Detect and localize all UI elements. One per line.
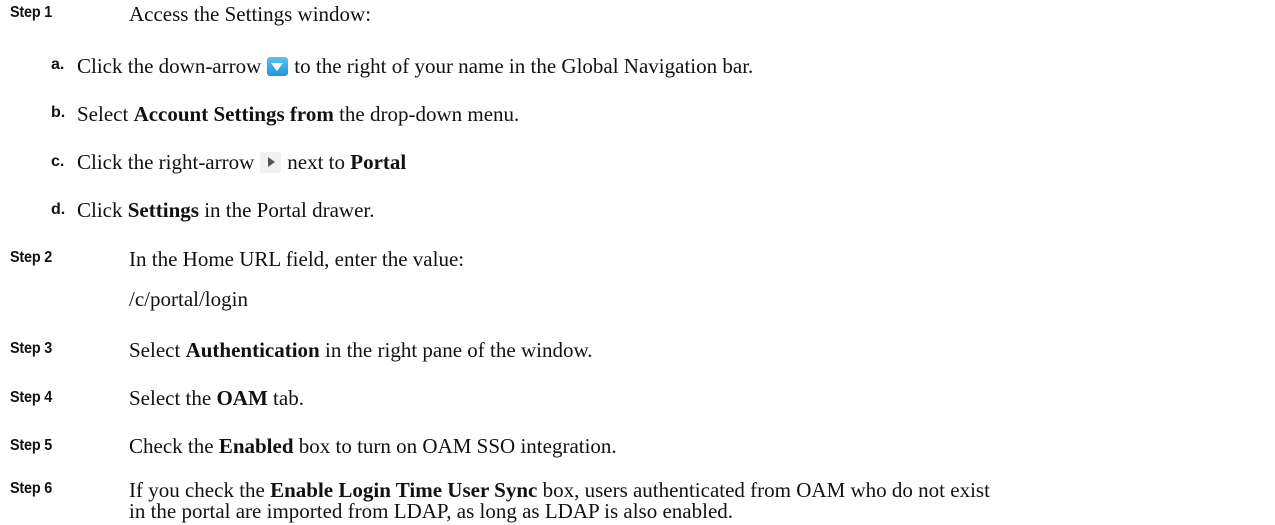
- step-1-label: Step 1: [10, 4, 53, 21]
- step-2-label: Step 2: [10, 249, 53, 266]
- step-5-bold: Enabled: [218, 434, 294, 458]
- step-3-label: Step 3: [10, 340, 53, 357]
- step-2-text: In the Home URL field, enter the value:: [129, 247, 465, 271]
- step-3-before: Select: [129, 338, 181, 362]
- substep-d-after: in the Portal drawer.: [204, 198, 375, 222]
- step-4-bold: OAM: [216, 386, 268, 410]
- step-3-after: in the right pane of the window.: [325, 338, 593, 362]
- step-2-value: /c/portal/login: [129, 287, 248, 311]
- substep-a-before: Click the down-arrow: [77, 54, 262, 78]
- substep-a-text: Click the down-arrow to the right of your…: [77, 52, 753, 80]
- step-4-before: Select the: [129, 386, 212, 410]
- substep-d-label: d.: [51, 201, 66, 218]
- down-arrow-icon: [267, 57, 289, 76]
- step-5-text: Check the Enabled box to turn on OAM SSO…: [129, 432, 617, 460]
- substep-c-before: Click the right-arrow: [77, 150, 255, 174]
- substep-b-text: Select Account Settings from the drop-do…: [77, 100, 519, 128]
- step-3-text: Select Authentication in the right pane …: [129, 336, 593, 364]
- substep-b-after: the drop-down menu.: [339, 102, 520, 126]
- step-4-after: tab.: [273, 386, 304, 410]
- substep-c-middle: next to: [287, 150, 346, 174]
- step-3-bold: Authentication: [185, 338, 320, 362]
- substep-d-before: Click: [77, 198, 123, 222]
- right-arrow-icon: [260, 152, 282, 173]
- step-5-after: box to turn on OAM SSO integration.: [298, 434, 617, 458]
- substep-a-after: to the right of your name in the Global …: [294, 54, 754, 78]
- step-5-before: Check the: [129, 434, 214, 458]
- step-1-text: Access the Settings window:: [129, 2, 372, 26]
- substep-c-text: Click the right-arrow next to Portal: [77, 148, 406, 176]
- substep-b-label: b.: [51, 104, 66, 121]
- substep-c-bold: Portal: [350, 150, 407, 174]
- substep-a-label: a.: [51, 56, 65, 73]
- document-page: Step 1 Access the Settings window: a. Cl…: [0, 0, 1275, 523]
- substep-b-bold: Account Settings from: [133, 102, 334, 126]
- substep-d-bold: Settings: [127, 198, 199, 222]
- step-4-text: Select the OAM tab.: [129, 384, 304, 412]
- substep-b-before: Select: [77, 102, 129, 126]
- step-6-line2: in the portal are imported from LDAP, as…: [129, 499, 734, 523]
- step-5-label: Step 5: [10, 437, 53, 454]
- substep-d-text: Click Settings in the Portal drawer.: [77, 196, 374, 224]
- substep-c-label: c.: [51, 153, 65, 170]
- step-4-label: Step 4: [10, 389, 53, 406]
- step-6-label: Step 6: [10, 480, 53, 497]
